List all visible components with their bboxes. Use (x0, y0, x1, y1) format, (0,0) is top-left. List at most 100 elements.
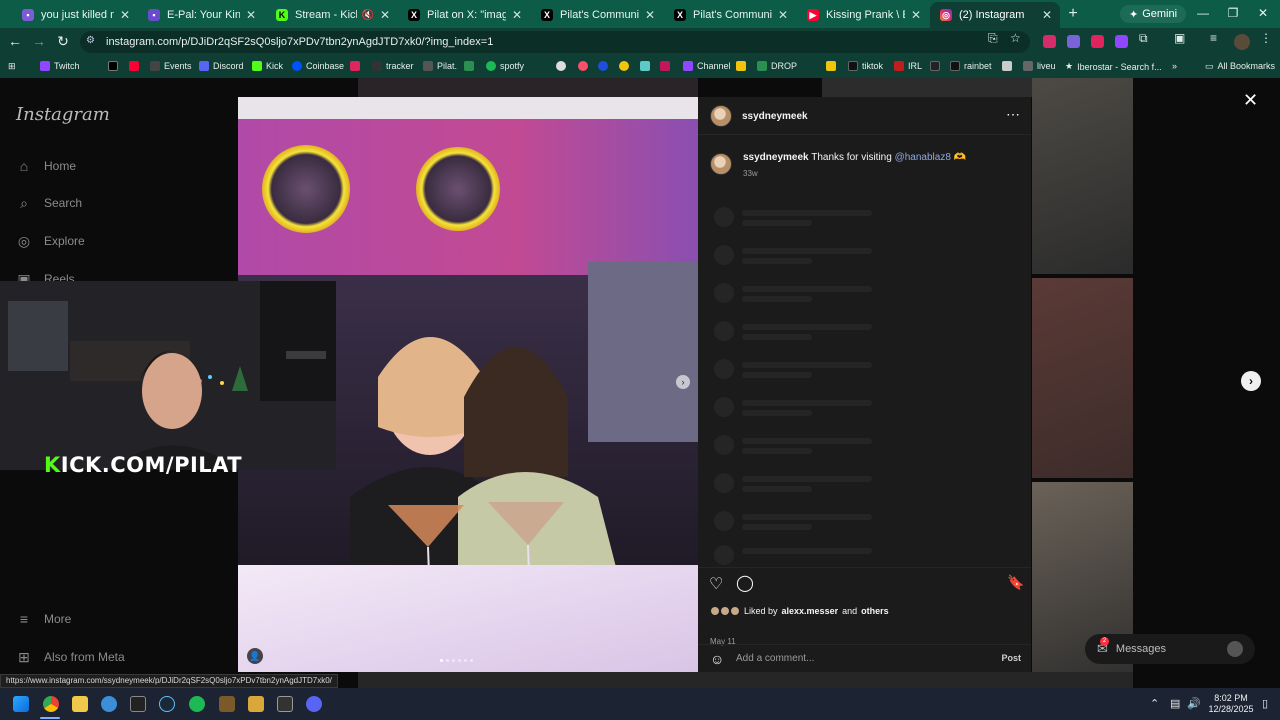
bookmark-spotify[interactable]: spotfy (486, 61, 524, 71)
caption-mention[interactable]: @hanablaz8 (895, 152, 951, 163)
close-tab-icon[interactable]: ✕ (120, 8, 130, 22)
bookmark-channel[interactable]: Channel (683, 61, 731, 71)
bookmark-star-icon[interactable]: ☆ (1010, 31, 1021, 45)
clock[interactable]: 8:02 PM 12/28/2025 (1206, 693, 1256, 715)
messages-button[interactable]: ✉ 2 Messages (1085, 634, 1255, 664)
muted-speaker-icon[interactable]: 🔇 (361, 10, 373, 21)
media-controls-icon[interactable]: ≡ (1210, 31, 1217, 45)
close-tab-icon[interactable]: ✕ (911, 8, 921, 22)
more-options-icon[interactable]: ⋯ (1006, 106, 1020, 123)
all-bookmarks[interactable]: ▭ All Bookmarks (1205, 61, 1275, 72)
forward-arrow-icon[interactable]: → (30, 33, 48, 49)
bookmark-dark[interactable] (930, 61, 940, 71)
tab-2[interactable]: ▪ E-Pal: Your Kind Teamm ✕ (138, 2, 264, 28)
app-icon[interactable] (101, 696, 117, 712)
tab-4[interactable]: X Pilat on X: "imagine hav ✕ (398, 2, 530, 28)
nav-more[interactable]: ≡ More (16, 611, 71, 627)
bookmark-kick[interactable]: Kick (252, 61, 283, 71)
profile-avatar[interactable] (1234, 34, 1250, 50)
next-post-chevron-icon[interactable]: › (1241, 371, 1261, 391)
bookmark-drop[interactable]: DROP (757, 61, 797, 71)
bookmark-tiktok[interactable]: tiktok (848, 61, 883, 71)
tagged-people-icon[interactable]: 👤 (247, 648, 263, 664)
close-tab-icon[interactable]: ✕ (1042, 8, 1052, 22)
back-arrow-icon[interactable]: ← (6, 33, 24, 49)
heart-icon[interactable]: ♡ (709, 574, 723, 594)
tab-3[interactable]: K Stream - Kick Dashb 🔇 ✕ (266, 2, 398, 28)
caption-avatar[interactable] (710, 153, 732, 175)
bookmark-discord[interactable]: Discord (199, 61, 244, 71)
bookmark-tracker[interactable]: tracker (372, 61, 414, 71)
comment-icon[interactable]: ◯ (736, 573, 754, 593)
more-bookmarks-chevron-icon[interactable]: » (1172, 61, 1177, 71)
bookmark-irl[interactable]: IRL (894, 61, 922, 71)
close-tab-icon[interactable]: ✕ (512, 8, 522, 22)
extensions-puzzle-icon[interactable]: ⧉ (1139, 31, 1148, 46)
extension-icon[interactable] (1043, 35, 1056, 48)
bookmark-green[interactable] (464, 61, 474, 71)
bookmark-coinbase[interactable]: Coinbase (292, 61, 344, 71)
site-info-icon[interactable]: ⚙ (86, 35, 100, 49)
close-modal-icon[interactable]: ✕ (1243, 90, 1258, 111)
bookmark-red[interactable] (350, 61, 360, 71)
nav-search[interactable]: ⌕ Search (16, 195, 82, 211)
author-avatar[interactable] (710, 105, 732, 127)
close-tab-icon[interactable]: ✕ (246, 8, 256, 22)
instagram-logo[interactable]: Instagram (16, 104, 110, 125)
nav-home[interactable]: ⌂ Home (16, 158, 76, 174)
bookmark-calc[interactable] (1002, 61, 1012, 71)
bookmark-iberostar[interactable]: ★ Iberostar - Search f... (1065, 61, 1162, 72)
close-tab-icon[interactable]: ✕ (778, 8, 788, 22)
install-app-icon[interactable]: ⎘ (988, 31, 998, 46)
tab-instagram-active[interactable]: ◎ (2) Instagram ✕ (930, 2, 1060, 28)
next-image-chevron-icon[interactable]: › (676, 375, 690, 389)
app-icon[interactable] (248, 696, 264, 712)
bookmark-youtube[interactable] (129, 61, 139, 71)
nav-also-from-meta[interactable]: ⊞ Also from Meta (16, 649, 125, 665)
bookmark-pilat[interactable]: Pilat. (423, 61, 457, 71)
gemini-button[interactable]: ✦ Gemini (1120, 5, 1187, 23)
bookmark-s[interactable] (660, 61, 670, 71)
feed-thumbnail[interactable] (1032, 278, 1133, 478)
tab-6[interactable]: X Pilat's Community Com ✕ (664, 2, 796, 28)
emoji-icon[interactable]: ☺ (710, 651, 724, 667)
volume-icon[interactable]: 🔊 (1187, 697, 1201, 710)
liked-by-others[interactable]: others (861, 606, 889, 616)
bookmark-rainbet[interactable]: rainbet (950, 61, 992, 71)
address-bar[interactable]: ⚙ instagram.com/p/DJiDr2qSF2sQ0sljo7xPDv… (80, 31, 1030, 53)
reload-icon[interactable]: ↻ (54, 33, 72, 50)
network-icon[interactable]: ▤ (1170, 697, 1180, 710)
bookmark-liveu[interactable]: liveu (1023, 61, 1056, 71)
side-panel-icon[interactable]: ▣ (1174, 31, 1185, 45)
post-comment-button[interactable]: Post (1001, 653, 1021, 663)
bookmark-tinder[interactable] (578, 61, 588, 71)
bookmark-chrome[interactable] (556, 61, 566, 71)
bookmark-cyan[interactable] (640, 61, 650, 71)
author-username[interactable]: ssydneymeek (742, 111, 808, 122)
discord-icon[interactable] (306, 696, 322, 712)
bookmark-events[interactable]: Events (150, 61, 192, 71)
bookmark-twitch[interactable]: Twitch (40, 61, 80, 71)
bookmark-yellow3[interactable] (826, 61, 836, 71)
new-tab-button[interactable]: + (1064, 5, 1082, 23)
spotify-icon[interactable] (189, 696, 205, 712)
bookmark-x[interactable] (108, 61, 118, 71)
chevron-up-icon[interactable]: ⌃ (1150, 697, 1159, 710)
file-explorer-icon[interactable] (72, 696, 88, 712)
bookmark-yellow2[interactable] (736, 61, 746, 71)
tab-5[interactable]: X Pilat's Community Com ✕ (531, 2, 663, 28)
tab-1[interactable]: ▪ you just killed me you ✕ (12, 2, 138, 28)
steam-icon[interactable] (159, 696, 175, 712)
chrome-icon[interactable] (43, 696, 59, 712)
extension-icon[interactable] (1091, 35, 1104, 48)
restore-icon[interactable]: ❐ (1226, 6, 1240, 20)
minimize-icon[interactable]: — (1196, 6, 1210, 20)
comment-input[interactable]: Add a comment... (736, 653, 814, 664)
extension-icon[interactable] (1115, 35, 1128, 48)
notifications-icon[interactable]: ▯ (1262, 697, 1268, 710)
extension-icon[interactable] (1067, 35, 1080, 48)
close-window-icon[interactable]: ✕ (1256, 6, 1270, 20)
caption-username[interactable]: ssydneymeek (743, 152, 809, 163)
tab-7[interactable]: ▶ Kissing Prank \ EP.2 - Yo ✕ (797, 2, 929, 28)
close-tab-icon[interactable]: ✕ (380, 8, 390, 22)
